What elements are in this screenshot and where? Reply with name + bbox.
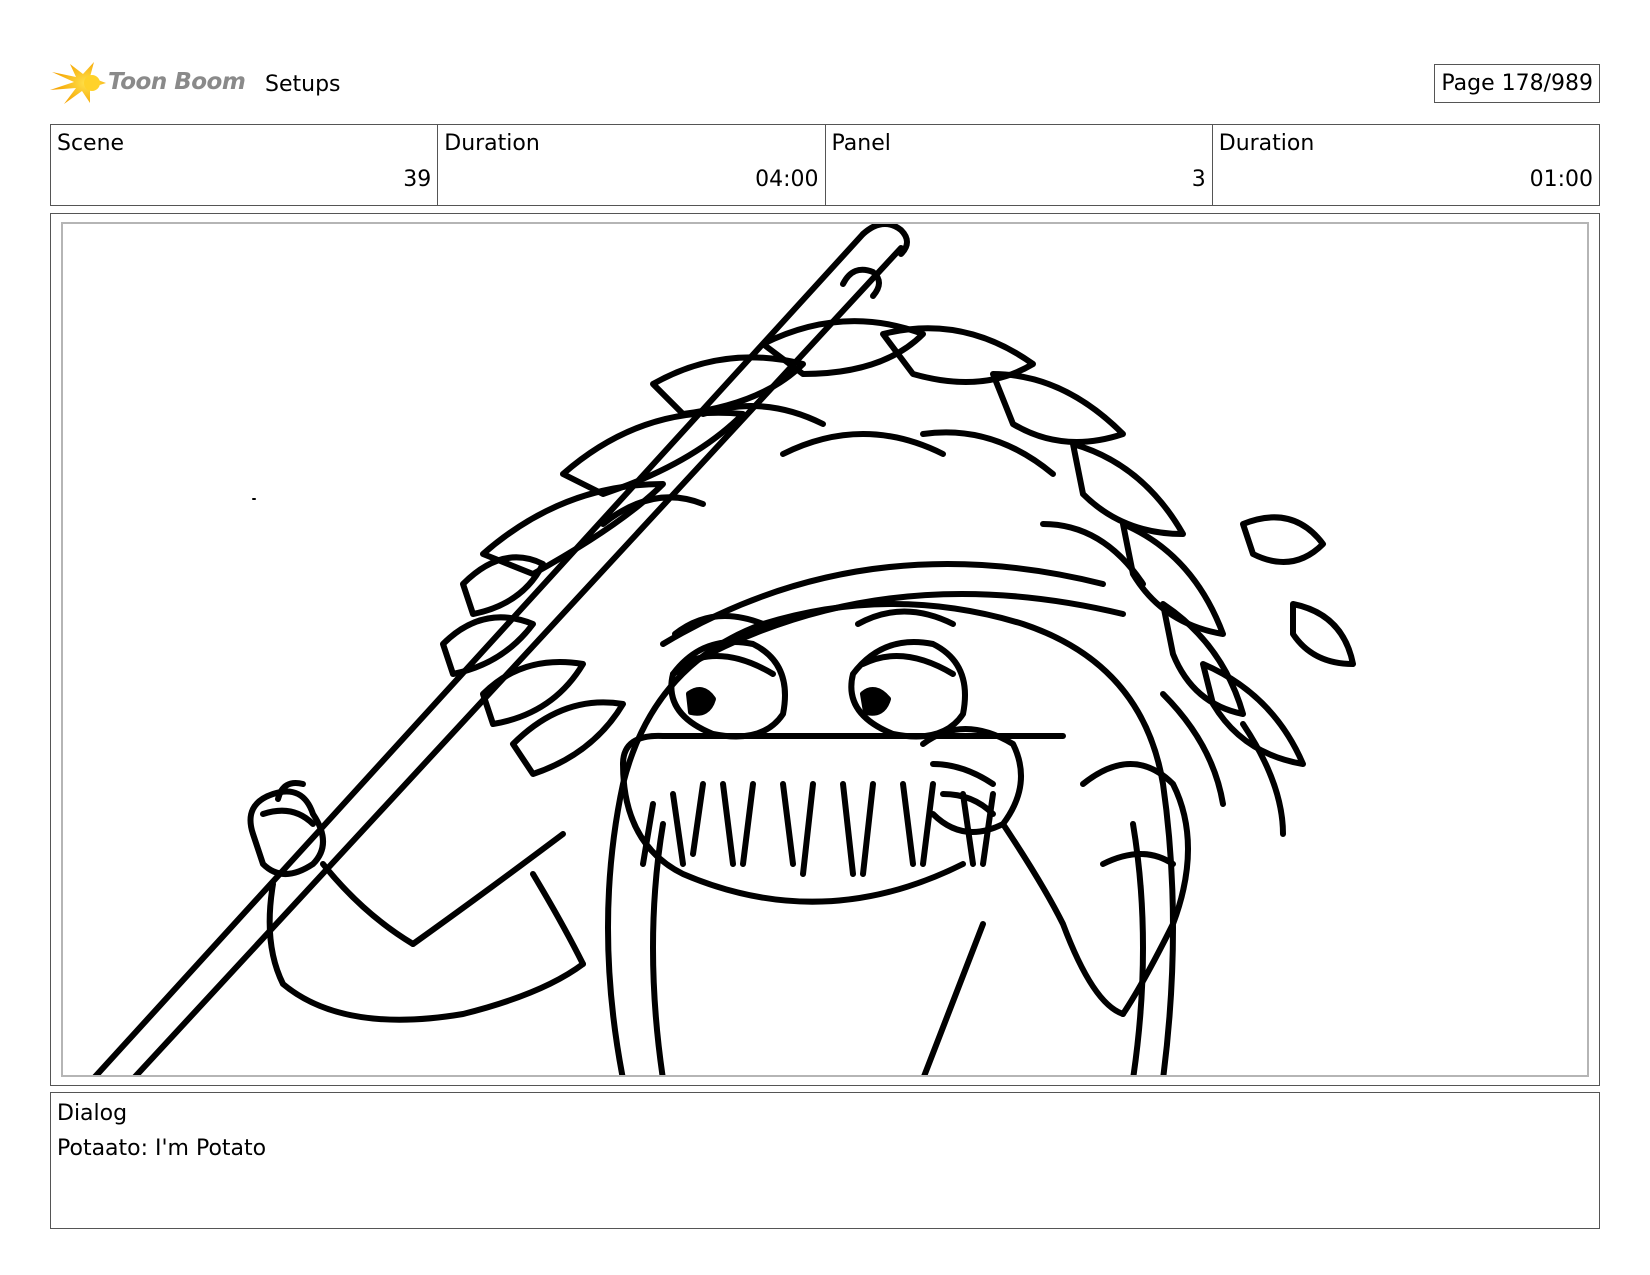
scene-cell: Scene 39 <box>51 125 439 205</box>
right-hand-drawing <box>920 726 1191 1075</box>
hair-drawing <box>440 318 1356 837</box>
section-title: Setups <box>265 72 341 97</box>
logo-star-icon <box>50 62 106 104</box>
page-indicator: Page 178/989 <box>1434 64 1600 103</box>
page-header: Toon Boom Setups Page 178/989 <box>50 58 1600 108</box>
panel-label: Panel <box>831 131 891 156</box>
staff-drawing <box>92 224 910 1075</box>
storyboard-panel <box>50 213 1600 1086</box>
panel-duration-value: 01:00 <box>1529 167 1593 192</box>
panel-cell: Panel 3 <box>826 125 1213 205</box>
logo-text: Toon Boom <box>108 69 246 95</box>
scene-label: Scene <box>57 131 125 156</box>
panel-drawing-area <box>61 222 1589 1077</box>
dialog-label: Dialog <box>57 1101 128 1126</box>
scene-value: 39 <box>403 167 432 192</box>
toon-boom-logo: Toon Boom <box>50 58 250 108</box>
scene-duration-cell: Duration 04:00 <box>438 125 826 205</box>
scene-duration-value: 04:00 <box>755 167 819 192</box>
eyes-drawing <box>668 608 968 740</box>
dialog-box: Dialog Potaato: I'm Potato <box>50 1092 1600 1229</box>
panel-duration-cell: Duration 01:00 <box>1213 125 1599 205</box>
mouth-drawing <box>620 732 1066 905</box>
character-sketch <box>92 224 1356 1075</box>
panel-info-row: Scene 39 Duration 04:00 Panel 3 Duration… <box>50 124 1600 206</box>
panel-duration-label: Duration <box>1218 131 1315 156</box>
panel-value: 3 <box>1191 167 1206 192</box>
scene-duration-label: Duration <box>444 131 540 156</box>
dialog-text: Potaato: I'm Potato <box>57 1136 267 1161</box>
